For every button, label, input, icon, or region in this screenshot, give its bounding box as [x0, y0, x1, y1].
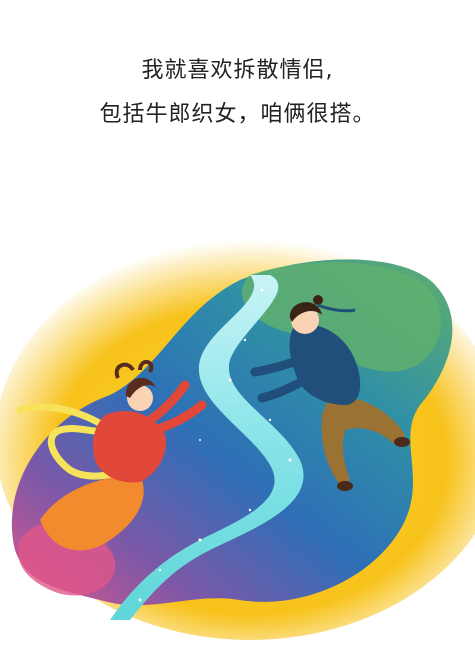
cowherd-shoe — [337, 481, 353, 491]
cowherd-shoe — [394, 437, 410, 447]
cowherd-topknot — [313, 295, 323, 305]
milky-way-illustration — [0, 240, 475, 640]
caption-line-1: 我就喜欢拆散情侣, — [141, 58, 334, 83]
caption-line-2: 包括牛郎织女，咱俩很搭。 — [99, 102, 376, 127]
